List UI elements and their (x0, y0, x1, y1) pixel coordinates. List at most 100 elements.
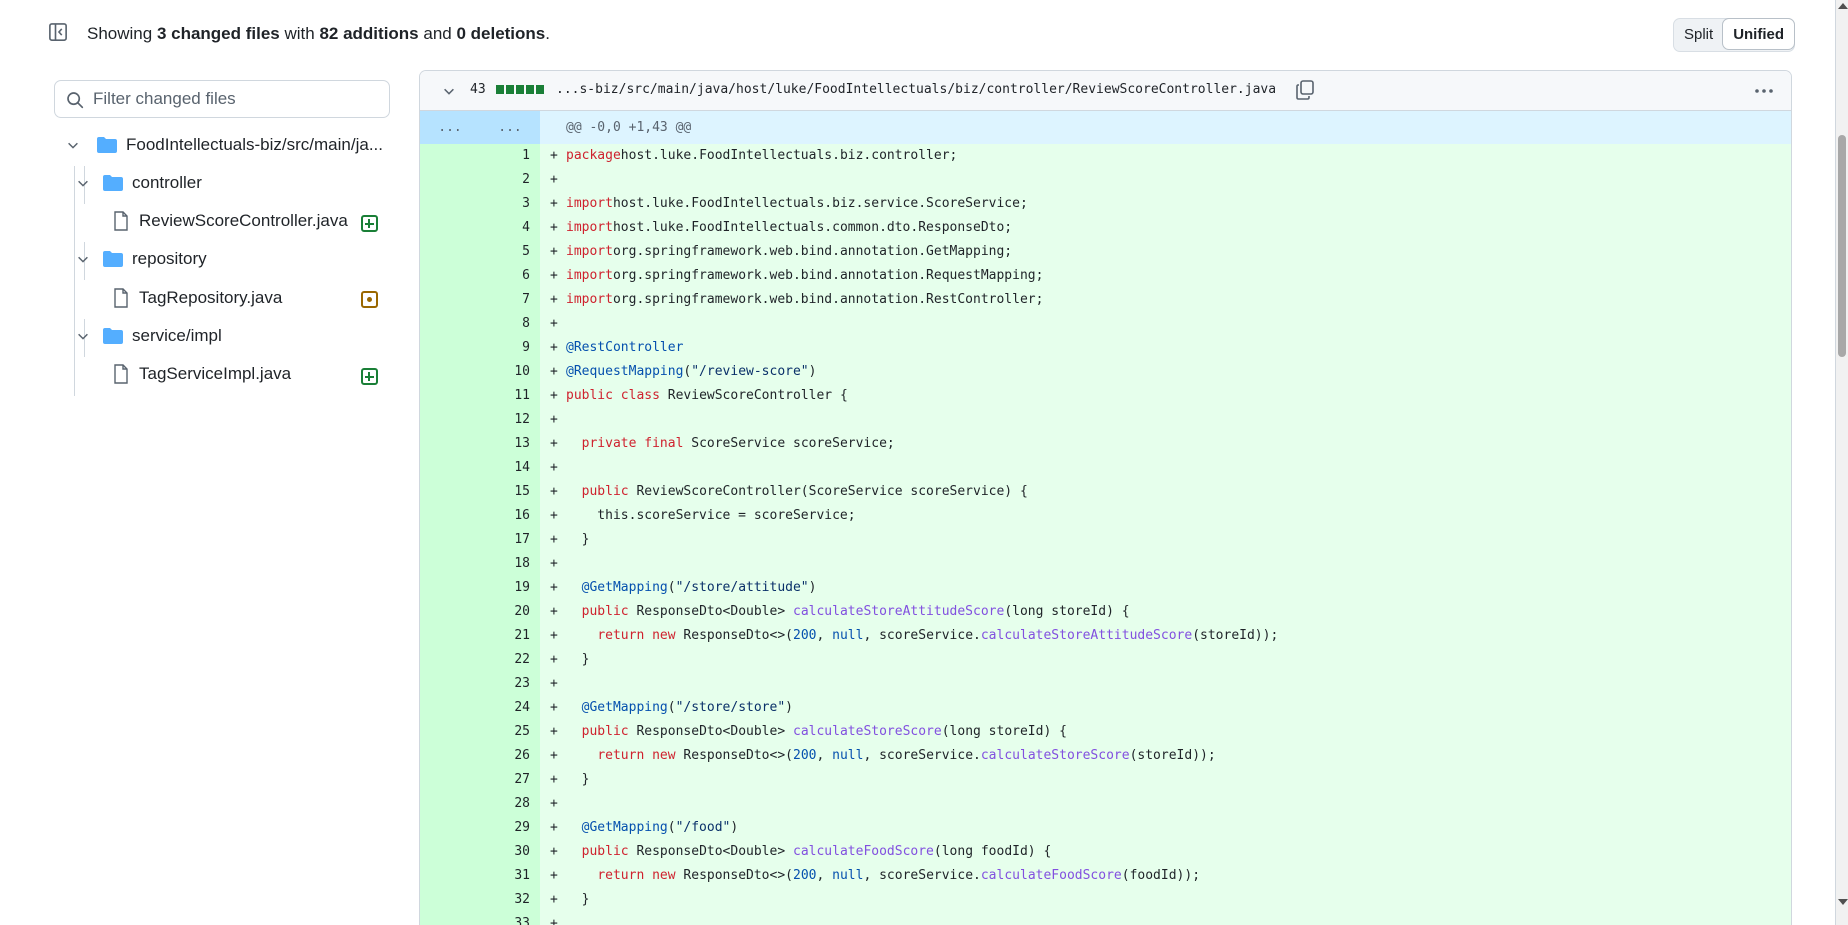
new-line-number[interactable]: 27 (480, 768, 540, 792)
tree-folder-root[interactable]: FoodIntellectuals-biz/src/main/ja... (66, 126, 383, 164)
old-line-number[interactable] (420, 768, 480, 792)
new-line-number[interactable]: 2 (480, 168, 540, 192)
old-line-number[interactable] (420, 816, 480, 840)
code-text: public ResponseDto<Double> calculateStor… (566, 720, 1067, 744)
old-line-number[interactable] (420, 600, 480, 624)
filter-files-input[interactable] (93, 81, 383, 117)
new-line-number[interactable]: 15 (480, 480, 540, 504)
code-token: calculateStoreAttitudeScore (980, 628, 1193, 643)
new-line-number[interactable]: 26 (480, 744, 540, 768)
old-line-number[interactable] (420, 504, 480, 528)
new-line-number[interactable]: 31 (480, 864, 540, 888)
old-line-number[interactable] (420, 240, 480, 264)
old-line-number[interactable] (420, 312, 480, 336)
new-line-number[interactable]: 33 (480, 912, 540, 925)
tree-folder-controller[interactable]: controller (76, 164, 202, 202)
new-line-number[interactable]: 14 (480, 456, 540, 480)
code-token: return (597, 868, 645, 883)
scrollbar-thumb[interactable] (1838, 135, 1846, 357)
old-line-number[interactable] (420, 192, 480, 216)
new-line-number[interactable]: 4 (480, 216, 540, 240)
new-line-number[interactable]: 11 (480, 384, 540, 408)
new-line-number[interactable]: 30 (480, 840, 540, 864)
new-line-number[interactable]: 6 (480, 264, 540, 288)
page-scrollbar[interactable] (1836, 0, 1848, 925)
old-line-number[interactable] (420, 624, 480, 648)
new-line-number[interactable]: 7 (480, 288, 540, 312)
new-line-number[interactable]: 21 (480, 624, 540, 648)
more-options-icon[interactable] (1753, 81, 1775, 101)
diff-line: 28 + (420, 792, 1791, 816)
old-line-number[interactable] (420, 168, 480, 192)
old-line-number[interactable] (420, 336, 480, 360)
old-line-number[interactable] (420, 216, 480, 240)
old-line-number[interactable] (420, 672, 480, 696)
scroll-down-arrow-icon[interactable] (1838, 899, 1848, 905)
old-line-number[interactable] (420, 144, 480, 168)
old-line-number[interactable] (420, 696, 480, 720)
new-line-number[interactable]: 24 (480, 696, 540, 720)
new-line-number[interactable]: 25 (480, 720, 540, 744)
old-line-number[interactable] (420, 384, 480, 408)
old-line-number[interactable] (420, 864, 480, 888)
tree-folder-repository[interactable]: repository (76, 240, 207, 278)
new-line-number[interactable]: 13 (480, 432, 540, 456)
code-text: @GetMapping("/store/attitude") (566, 576, 817, 600)
old-line-number[interactable] (420, 648, 480, 672)
unified-view-button[interactable]: Unified (1722, 18, 1796, 50)
new-line-number[interactable]: 8 (480, 312, 540, 336)
new-line-number[interactable]: 16 (480, 504, 540, 528)
file-path-link[interactable]: ...s-biz/src/main/java/host/luke/FoodInt… (556, 82, 1276, 97)
old-line-number[interactable] (420, 720, 480, 744)
code-token: null (832, 628, 864, 643)
diff-line: 23 + (420, 672, 1791, 696)
old-line-number[interactable] (420, 912, 480, 925)
old-line-number[interactable] (420, 528, 480, 552)
old-line-number[interactable] (420, 888, 480, 912)
toggle-file-tree-button[interactable] (46, 20, 70, 44)
old-line-number[interactable] (420, 360, 480, 384)
old-line-number[interactable] (420, 456, 480, 480)
new-line-number[interactable]: 12 (480, 408, 540, 432)
new-line-number[interactable]: 32 (480, 888, 540, 912)
code-content: + return new ResponseDto<>(200, null, sc… (540, 624, 1791, 648)
new-line-number[interactable]: 19 (480, 576, 540, 600)
old-line-number[interactable] (420, 792, 480, 816)
new-line-number[interactable]: 28 (480, 792, 540, 816)
expand-hunk-left[interactable]: ... (420, 111, 480, 144)
new-line-number[interactable]: 10 (480, 360, 540, 384)
old-line-number[interactable] (420, 432, 480, 456)
diffstat-added-block (536, 85, 544, 94)
old-line-number[interactable] (420, 576, 480, 600)
old-line-number[interactable] (420, 408, 480, 432)
split-view-button[interactable]: Split (1674, 19, 1723, 51)
scroll-up-arrow-icon[interactable] (1838, 3, 1848, 9)
old-line-number[interactable] (420, 264, 480, 288)
new-line-number[interactable]: 22 (480, 648, 540, 672)
new-line-number[interactable]: 29 (480, 816, 540, 840)
new-line-number[interactable]: 5 (480, 240, 540, 264)
tree-file-tagserviceimpl[interactable]: TagServiceImpl.java (113, 355, 291, 393)
new-line-number[interactable]: 1 (480, 144, 540, 168)
old-line-number[interactable] (420, 480, 480, 504)
copy-icon[interactable] (1295, 79, 1315, 101)
new-line-number[interactable]: 23 (480, 672, 540, 696)
code-content: + @GetMapping("/store/store") (540, 696, 1791, 720)
old-line-number[interactable] (420, 744, 480, 768)
collapse-file-chevron-icon[interactable] (442, 84, 456, 98)
new-line-number[interactable]: 20 (480, 600, 540, 624)
old-line-number[interactable] (420, 288, 480, 312)
tree-file-tagrepository[interactable]: TagRepository.java (113, 279, 282, 317)
new-line-number[interactable]: 18 (480, 552, 540, 576)
new-line-number[interactable]: 3 (480, 192, 540, 216)
old-line-number[interactable] (420, 552, 480, 576)
new-line-number[interactable]: 17 (480, 528, 540, 552)
tree-folder-service-impl[interactable]: service/impl (76, 317, 222, 355)
expand-hunk-right[interactable]: ... (480, 111, 540, 144)
new-line-number[interactable]: 9 (480, 336, 540, 360)
tree-file-reviewscorecontroller[interactable]: ReviewScoreController.java (113, 202, 348, 240)
old-line-number[interactable] (420, 840, 480, 864)
